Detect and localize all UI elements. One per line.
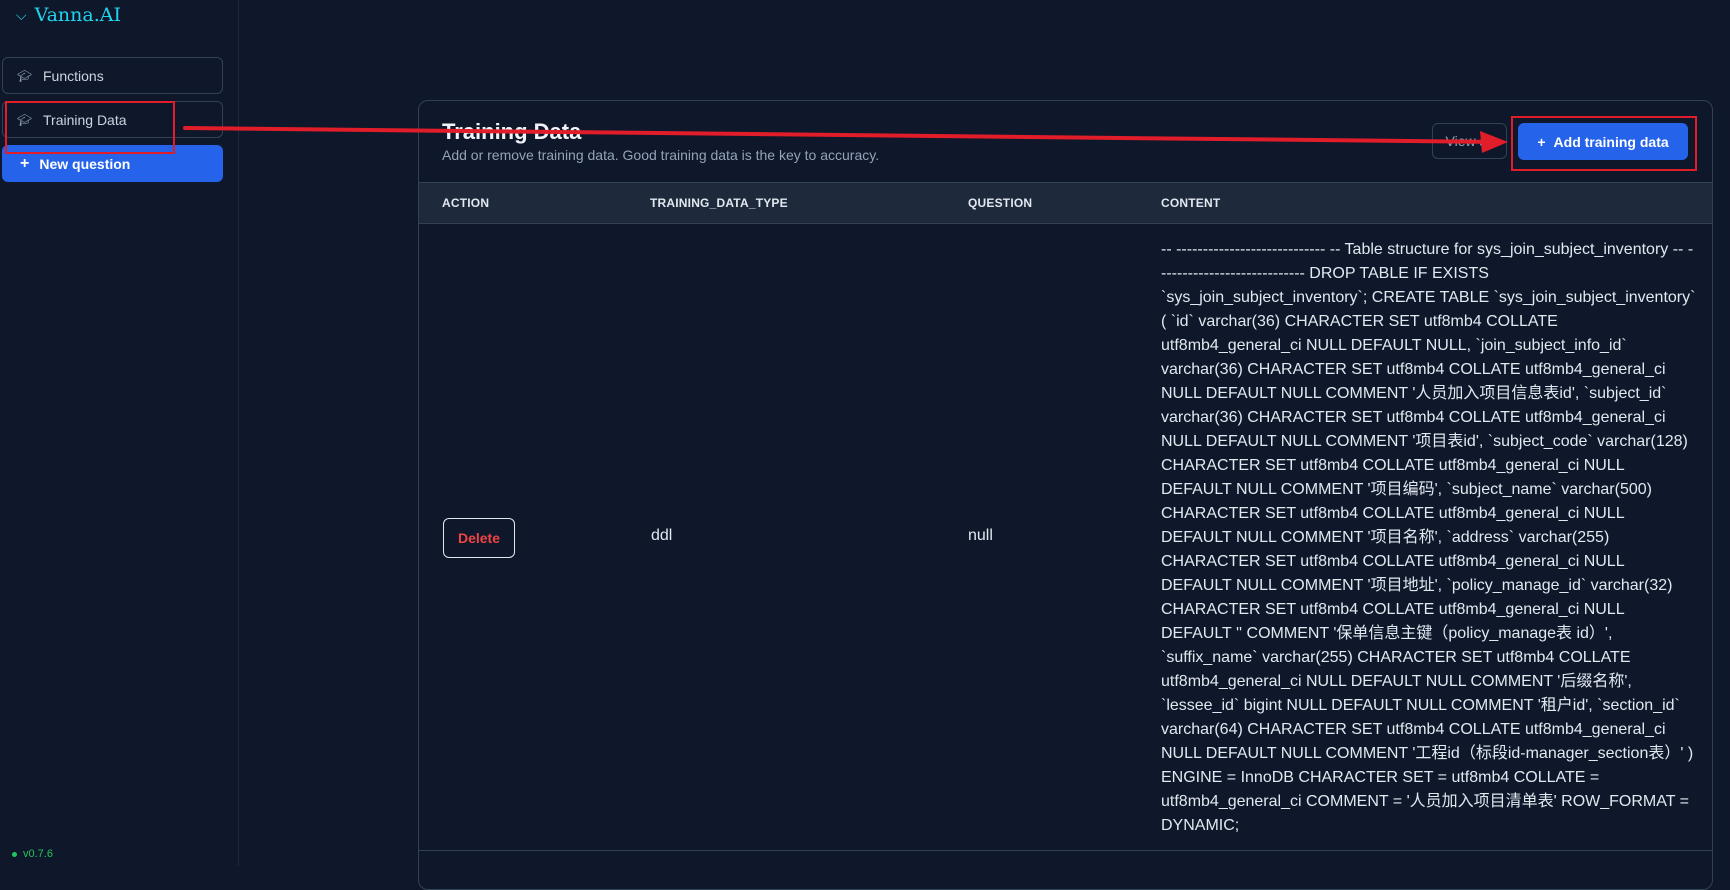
graduation-cap-icon: 🎓︎ [17, 112, 33, 127]
add-training-data-label: Add training data [1553, 133, 1669, 150]
chevron-down-icon: ⌵ [16, 6, 27, 23]
content-cell: -- ---------------------------- -- Table… [1161, 241, 1696, 834]
table-row: Delete ddl null -- ---------------------… [419, 224, 1712, 851]
sidebar-item-training-data[interactable]: 🎓︎ Training Data [2, 101, 223, 138]
brand-name: Vanna.AI [34, 4, 121, 26]
version-indicator: v0.7.6 [12, 848, 53, 860]
training-data-type-cell: ddl [651, 527, 673, 544]
sidebar-item-label: Training Data [43, 111, 127, 128]
column-header-content: CONTENT [1161, 196, 1221, 210]
new-question-label: New question [39, 155, 131, 172]
sidebar-item-functions[interactable]: 🎓︎ Functions [2, 57, 223, 94]
delete-button[interactable]: Delete [443, 518, 515, 558]
question-cell: null [968, 527, 993, 544]
version-label: v0.7.6 [23, 848, 53, 860]
sidebar-item-label: Functions [43, 67, 104, 84]
status-dot-icon [12, 851, 17, 857]
add-training-data-button[interactable]: + Add training data [1518, 123, 1688, 160]
column-header-action: ACTION [442, 196, 490, 210]
brand[interactable]: ⌵ Vanna.AI [16, 4, 121, 26]
new-question-button[interactable]: + New question [2, 145, 223, 182]
graduation-cap-icon: 🎓︎ [17, 68, 33, 83]
view-all-button[interactable]: View all [1432, 123, 1507, 159]
sidebar: ⌵ Vanna.AI 🎓︎ Functions 🎓︎ Training Data… [0, 0, 239, 866]
column-header-training-data-type: TRAINING_DATA_TYPE [650, 196, 788, 210]
training-data-card: Training Data Add or remove training dat… [418, 100, 1713, 890]
page-title: Training Data [442, 119, 582, 144]
plus-icon: + [20, 154, 30, 172]
table-header: ACTION TRAINING_DATA_TYPE QUESTION CONTE… [419, 182, 1712, 224]
column-header-question: QUESTION [968, 196, 1033, 210]
page-subtitle: Add or remove training data. Good traini… [442, 147, 880, 163]
plus-icon: + [1537, 133, 1546, 150]
